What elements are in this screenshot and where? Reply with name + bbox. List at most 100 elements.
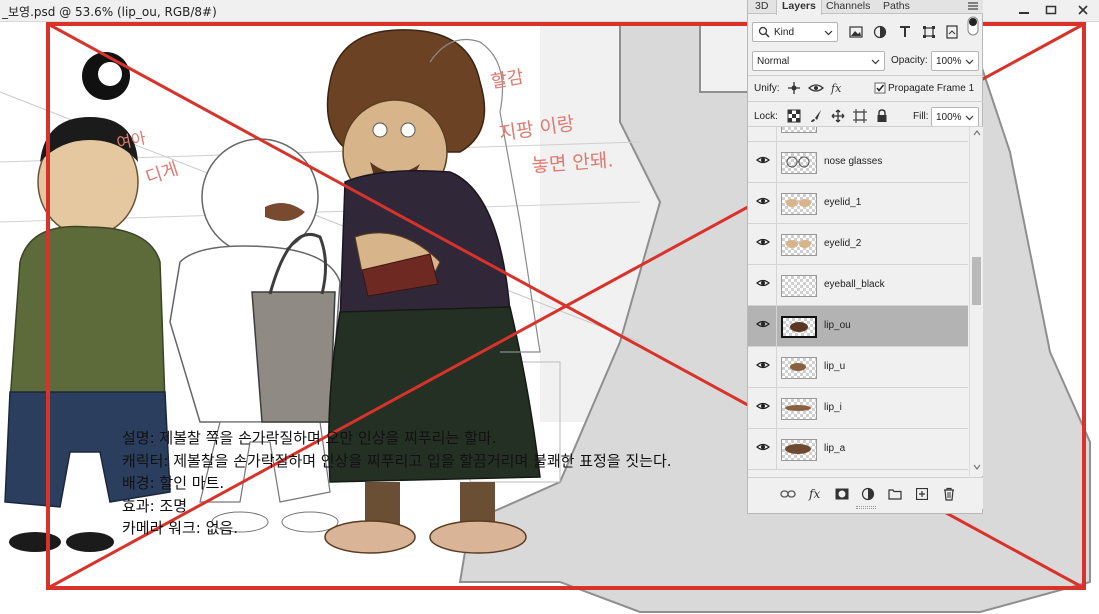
tab-3d[interactable]: 3D	[750, 0, 773, 14]
layer-row[interactable]: eyelid_1	[748, 183, 968, 224]
maximize-icon	[1045, 5, 1057, 15]
layers-scrollbar[interactable]	[969, 127, 983, 476]
opacity-value: 100%	[936, 55, 962, 67]
layer-row[interactable]: eyelid_2	[748, 224, 968, 265]
lock-artboard-button[interactable]	[852, 108, 868, 124]
caption-effect: 효과: 조명	[122, 496, 188, 515]
panel-tabs: 3D Layers Channels Paths	[748, 0, 983, 15]
layer-row[interactable]: lip_a	[748, 429, 968, 470]
filter-kind-label: Kind	[774, 26, 795, 38]
propagate-checkbox[interactable]	[872, 80, 888, 96]
unify-position-icon	[788, 82, 800, 94]
caption-description: 설명: 제볼찰 쪽을 손가락질하며 오만 인상을 찌푸리는 할마.	[122, 429, 497, 447]
layer-name[interactable]: eyelid_2	[824, 238, 861, 249]
layer-thumbnail	[781, 357, 817, 379]
eye-icon	[756, 197, 770, 205]
photoshop-window: _보영.psd @ 53.6% (lip_ou, RGB/8#) 여아 디게 지…	[0, 0, 1099, 614]
layer-visibility-toggle[interactable]	[756, 442, 770, 455]
opacity-input[interactable]: 100%	[931, 51, 979, 71]
maximize-button[interactable]	[1036, 0, 1066, 20]
chevron-down-icon	[965, 115, 974, 121]
caption-background: 배경: 할인 마트.	[122, 474, 225, 492]
layer-name[interactable]: lip_i	[824, 402, 842, 413]
link-layers-button[interactable]	[780, 486, 796, 502]
layer-visibility-toggle[interactable]	[756, 360, 770, 373]
folder-icon	[888, 489, 902, 500]
svg-text:fx: fx	[808, 487, 820, 501]
unify-position-button[interactable]	[786, 80, 802, 96]
link-icon	[780, 490, 796, 498]
layer-row[interactable]: nose glasses	[748, 142, 968, 183]
trash-icon	[944, 487, 954, 501]
filter-type-icon[interactable]	[897, 24, 913, 40]
blend-mode-value: Normal	[757, 55, 790, 67]
layer-visibility-toggle[interactable]	[756, 155, 770, 168]
chevron-down-icon	[871, 59, 880, 65]
layer-visibility-toggle[interactable]	[756, 196, 770, 209]
layer-name[interactable]: lip_u	[824, 361, 845, 372]
tab-channels[interactable]: Channels	[821, 0, 875, 14]
panel-menu-button[interactable]	[967, 1, 979, 14]
scrollbar-thumb[interactable]	[972, 257, 981, 305]
layer-row[interactable]: glass	[748, 127, 968, 142]
layer-row[interactable]: lip_u	[748, 347, 968, 388]
fx-icon: fx	[808, 487, 820, 501]
lock-all-button[interactable]	[874, 108, 890, 124]
tab-paths[interactable]: Paths	[878, 0, 915, 14]
layer-name[interactable]: nose glasses	[824, 156, 882, 167]
eye-icon	[756, 320, 770, 328]
lock-pixels-button[interactable]	[808, 108, 824, 124]
filter-smart-object-icon[interactable]	[944, 24, 960, 40]
layer-thumbnail	[781, 439, 817, 461]
layers-bottom-toolbar: fx	[748, 477, 983, 509]
artboard-icon	[853, 109, 867, 123]
eye-icon	[756, 402, 770, 410]
close-button[interactable]	[1068, 0, 1098, 20]
unify-style-button[interactable]: fx	[830, 80, 846, 96]
delete-layer-button[interactable]	[941, 486, 957, 502]
layer-name[interactable]: eyeball_black	[824, 279, 885, 290]
layer-row[interactable]: eyeball_black	[748, 265, 968, 306]
new-adjustment-layer-button[interactable]	[860, 486, 876, 502]
checkbox-checked-icon	[874, 82, 886, 94]
layer-visibility-toggle[interactable]	[756, 319, 770, 332]
note-2: 디게	[143, 159, 181, 189]
new-layer-button[interactable]	[914, 486, 930, 502]
lock-transparent-button[interactable]	[786, 108, 802, 124]
layer-visibility-toggle[interactable]	[756, 278, 770, 291]
eye-icon	[756, 361, 770, 369]
minimize-button[interactable]	[1009, 0, 1039, 20]
new-group-button[interactable]	[887, 486, 903, 502]
layer-style-button[interactable]: fx	[808, 486, 824, 502]
caption-camera: 카메라 워크: 없음.	[122, 519, 238, 537]
tab-layers[interactable]: Layers	[776, 0, 822, 15]
close-icon	[1078, 5, 1088, 15]
chevron-down-icon	[965, 59, 974, 65]
layers-list[interactable]: glass nose glasses eyelid_1 eyelid_2	[748, 127, 968, 476]
layer-visibility-toggle[interactable]	[756, 237, 770, 250]
adjustment-icon	[861, 487, 875, 501]
layer-thumbnail	[781, 316, 817, 338]
panel-resize-grip[interactable]	[856, 506, 876, 509]
layer-thumbnail	[781, 193, 817, 215]
layer-visibility-toggle[interactable]	[756, 401, 770, 414]
layer-name[interactable]: eyelid_1	[824, 197, 861, 208]
filter-toggle-switch[interactable]	[965, 16, 981, 36]
scroll-down-icon	[973, 464, 981, 470]
filter-pixel-button[interactable]	[848, 24, 864, 40]
layer-name[interactable]: lip_ou	[824, 320, 851, 331]
note-3: 지팡 이랑	[498, 113, 576, 145]
filter-kind-select[interactable]: Kind	[752, 22, 838, 42]
layer-name[interactable]: lip_a	[824, 443, 845, 454]
filter-adjustment-button[interactable]	[872, 24, 888, 40]
blend-mode-select[interactable]: Normal	[752, 51, 885, 71]
add-mask-button[interactable]	[834, 486, 850, 502]
unify-visibility-button[interactable]	[808, 80, 824, 96]
lock-position-button[interactable]	[830, 108, 846, 124]
fill-label: Fill:	[913, 111, 929, 122]
fill-input[interactable]: 100%	[931, 107, 979, 127]
filter-shape-icon[interactable]	[921, 24, 937, 40]
lock-icon	[877, 109, 887, 122]
layer-row-selected[interactable]: lip_ou	[748, 306, 968, 347]
layer-row[interactable]: lip_i	[748, 388, 968, 429]
